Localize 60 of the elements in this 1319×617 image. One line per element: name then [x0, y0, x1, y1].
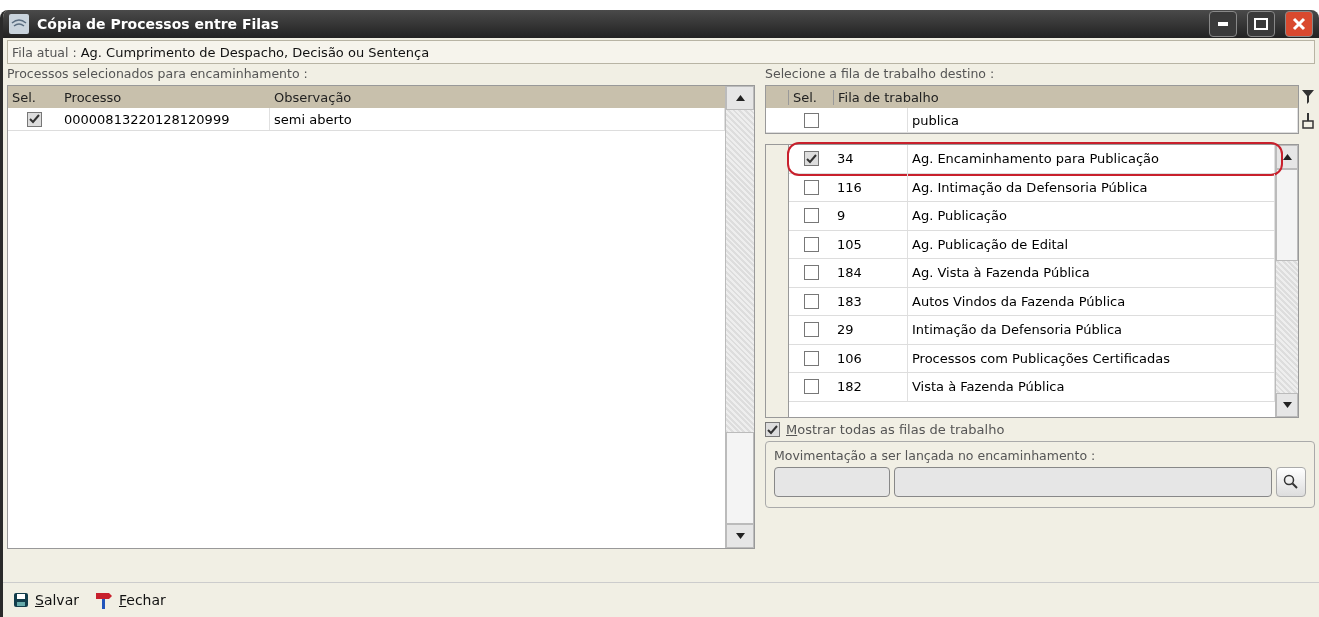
group-label: Movimentação a ser lançada no encaminhamento :: [774, 448, 1097, 463]
checkbox[interactable]: [765, 422, 780, 437]
filter-field[interactable]: publica: [908, 108, 1298, 132]
column-header: Sel.: [11, 89, 37, 105]
checkbox[interactable]: [26, 111, 42, 127]
field-label: Fila atual :: [12, 44, 77, 60]
checkbox[interactable]: [803, 293, 819, 309]
up-arrow-icon: [1282, 154, 1292, 160]
field-value: Ag. Cumprimento de Despacho, Decisão ou Sentença: [80, 44, 430, 60]
table-cell: 182: [833, 373, 908, 401]
checkbox[interactable]: [803, 179, 819, 195]
column-header: Observação: [273, 89, 353, 105]
table-cell: 00000813220128120999: [60, 108, 270, 130]
checkbox[interactable]: [803, 112, 819, 128]
checkbox[interactable]: [803, 350, 819, 366]
maximize-icon: [1254, 18, 1268, 30]
down-arrow-icon: [1282, 402, 1292, 408]
minimize-button[interactable]: [1209, 11, 1237, 37]
column-header: Sel.: [788, 89, 833, 105]
column-header: Processo: [63, 89, 123, 105]
search-button[interactable]: [1276, 467, 1306, 497]
scroll-thumb[interactable]: [1276, 169, 1298, 261]
up-arrow-icon: [735, 95, 745, 101]
table-cell: 105: [833, 230, 908, 258]
table-cell: 34: [833, 145, 908, 173]
filter-icon[interactable]: [1301, 89, 1315, 105]
scroll-thumb[interactable]: [726, 432, 754, 524]
table-cell: 116: [833, 173, 908, 201]
search-icon: [1283, 474, 1299, 490]
save-button[interactable]: Salvar: [13, 592, 79, 608]
table-cell: 29: [833, 316, 908, 344]
maximize-button[interactable]: [1247, 11, 1275, 37]
down-arrow-icon: [735, 533, 745, 539]
app-icon: [9, 14, 29, 34]
table-cell: 9: [833, 202, 908, 230]
section-label: Selecione a fila de trabalho destino :: [765, 66, 996, 81]
close-button[interactable]: Fechar: [95, 591, 166, 609]
table-cell: 184: [833, 259, 908, 287]
close-icon: [1292, 17, 1306, 31]
scrollbar[interactable]: [725, 86, 754, 548]
checkbox[interactable]: [803, 151, 819, 167]
checkbox[interactable]: [803, 208, 819, 224]
table-cell: 106: [833, 344, 908, 372]
section-label: Processos selecionados para encaminhamento :: [7, 66, 309, 81]
signpost-icon: [95, 591, 113, 609]
scrollbar[interactable]: [1275, 145, 1298, 417]
description-field[interactable]: [894, 467, 1272, 497]
minimize-icon: [1218, 22, 1228, 26]
checkbox-label: Mostrar todas as filas de trabalho: [786, 422, 1005, 437]
window-title: Cópia de Processos entre Filas: [37, 16, 280, 32]
broom-icon[interactable]: [1301, 113, 1315, 129]
checkbox[interactable]: [803, 236, 819, 252]
close-button[interactable]: [1285, 11, 1313, 37]
checkbox[interactable]: [803, 322, 819, 338]
code-field[interactable]: [774, 467, 890, 497]
save-icon: [13, 592, 29, 608]
table-cell: 183: [833, 287, 908, 315]
column-header: Fila de trabalho: [833, 89, 1298, 105]
checkbox[interactable]: [803, 265, 819, 281]
checkbox[interactable]: [803, 379, 819, 395]
